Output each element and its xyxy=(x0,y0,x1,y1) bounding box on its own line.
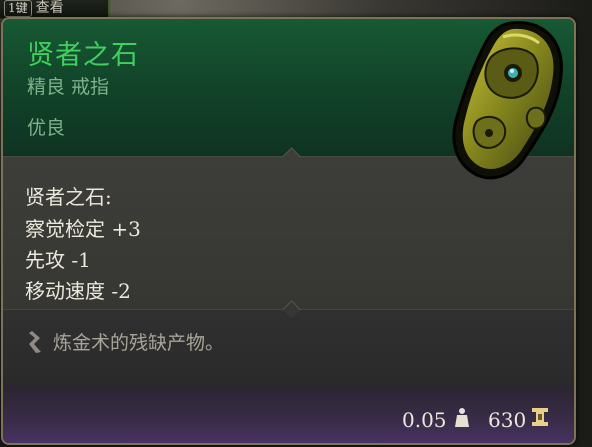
item-rarity: 优良 xyxy=(27,117,66,139)
item-price: 630 xyxy=(488,408,527,432)
item-type: 精良 戒指 xyxy=(27,76,110,98)
stat-line: 移动速度 -2 xyxy=(25,279,131,303)
stat-line: 贤者之石: xyxy=(25,185,112,209)
item-description: 炼金术的残缺产物。 xyxy=(53,332,225,354)
item-tooltip: 贤者之石 精良 戒指 优良 贤者之石: 察觉检定 +3 先攻 -1 移动速度 -… xyxy=(1,17,576,445)
gold-coin-icon xyxy=(532,408,548,426)
hotkey-label: 查看 xyxy=(35,0,64,16)
stat-line: 察觉检定 +3 xyxy=(25,217,141,241)
weight-icon xyxy=(455,408,469,427)
item-name: 贤者之石 xyxy=(27,40,139,71)
stat-line: 先攻 -1 xyxy=(25,248,91,272)
quill-icon xyxy=(29,331,41,353)
description-section: 炼金术的残缺产物。 xyxy=(3,300,574,386)
tooltip-footer: 0.05 630 xyxy=(3,385,574,443)
item-weight: 0.05 xyxy=(402,408,447,432)
hotkey-key: 1键 xyxy=(4,0,32,17)
stone-amulet-icon xyxy=(452,21,563,180)
